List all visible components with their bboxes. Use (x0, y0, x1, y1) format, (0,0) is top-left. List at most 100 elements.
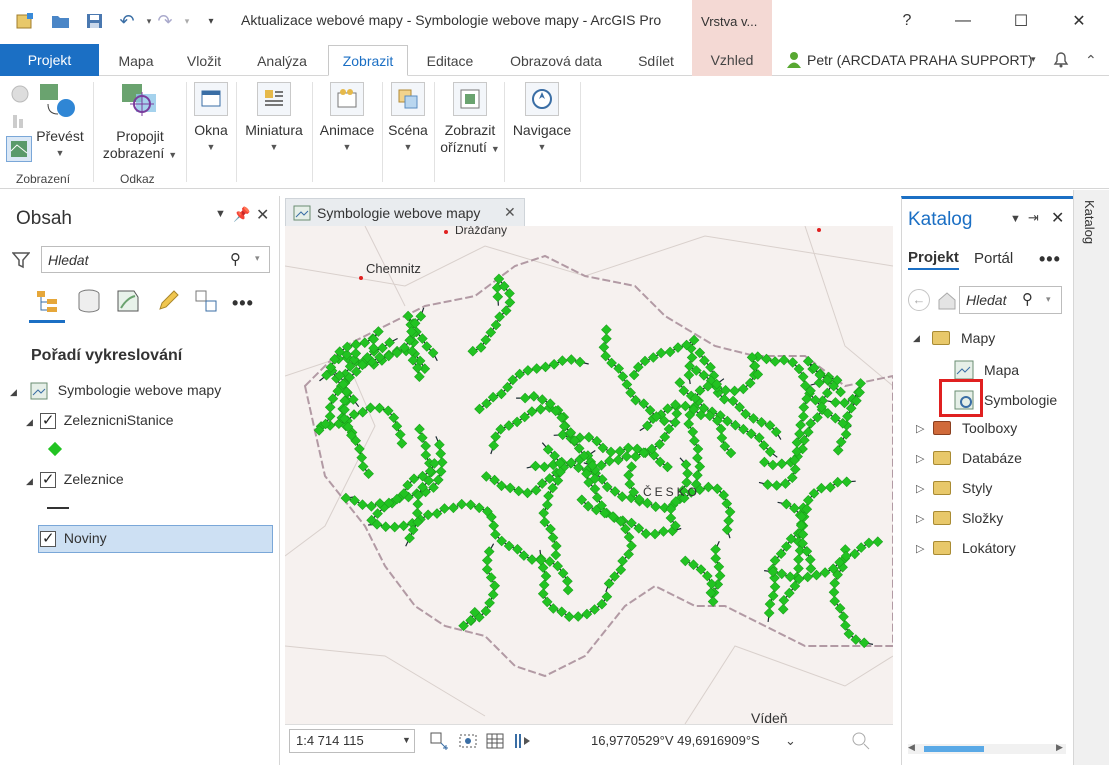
tab-mapa[interactable]: Mapa (105, 45, 167, 76)
more-options-icon[interactable]: ••• (232, 293, 254, 314)
grid-icon[interactable] (485, 731, 505, 754)
auto-hide-icon[interactable]: ⇥ (1028, 210, 1039, 226)
collapse-arrow-icon[interactable]: ◢ (913, 333, 927, 344)
catalog-item-slozky[interactable]: ▷ Složky (916, 510, 1003, 526)
list-by-snapping-icon[interactable] (193, 288, 219, 314)
expand-arrow-icon[interactable]: ▷ (916, 542, 927, 555)
scale-dropdown-icon[interactable]: ▼ (402, 735, 411, 745)
thumbnail-button[interactable]: Miniatura ▼ (240, 82, 308, 156)
catalog-tab-portal[interactable]: Portál (974, 250, 1013, 267)
list-by-editing-icon[interactable] (155, 288, 181, 314)
catalog-more-icon[interactable]: ••• (1039, 249, 1061, 270)
undo-icon[interactable]: ↶ (116, 11, 138, 31)
convert-button[interactable]: Převést ▼ (34, 82, 86, 162)
catalog-search-input[interactable]: Hledat ⚲ ▾ (959, 286, 1062, 314)
link-views-button[interactable]: Propojit zobrazení ▼ (100, 82, 180, 164)
scene-button[interactable]: Scéna ▼ (386, 82, 430, 156)
map-drawing: Drážďany Chemnitz ČESKO Vídeň (285, 226, 893, 724)
list-by-drawing-order-icon[interactable] (35, 288, 61, 314)
open-folder-icon[interactable] (50, 11, 72, 31)
catalog-item-databaze[interactable]: ▷ Databáze (916, 450, 1022, 466)
contents-search-input[interactable]: Hledat ⚲ ▾ (41, 246, 270, 273)
collapse-arrow-icon[interactable]: ◢ (26, 476, 36, 487)
list-by-source-icon[interactable] (76, 288, 102, 314)
close-catalog-icon[interactable]: ✕ (1051, 208, 1064, 228)
map-view-tab[interactable]: Symbologie webove mapy ✕ (285, 198, 525, 226)
scale-selector[interactable]: 1:4 714 115 ▼ (289, 729, 415, 753)
catalog-options-dropdown-icon[interactable]: ▼ (1010, 213, 1021, 225)
close-button[interactable]: ✕ (1064, 8, 1094, 34)
tab-analyza[interactable]: Analýza (242, 45, 322, 76)
layer-row-railways[interactable]: ◢ Zeleznice (26, 470, 124, 489)
catalog-tab-projekt[interactable]: Projekt (908, 249, 959, 270)
save-icon[interactable] (84, 11, 106, 31)
scrollbar-thumb[interactable] (924, 746, 984, 752)
search-icon[interactable]: ⚲ (1022, 290, 1033, 308)
back-icon[interactable]: ← (908, 289, 930, 311)
coordinates-dropdown-icon[interactable]: ⌄ (785, 733, 796, 749)
catalog-item-mapy[interactable]: ◢ Mapy (913, 330, 995, 346)
catalog-item-lokatory[interactable]: ▷ Lokátory (916, 540, 1016, 556)
side-catalog-tab[interactable]: Katalog (1082, 200, 1097, 244)
tab-vzhled[interactable]: Vzhled (692, 44, 772, 76)
layer-visibility-checkbox[interactable] (40, 529, 56, 548)
notifications-bell-icon[interactable] (1051, 49, 1071, 72)
catalog-horizontal-scrollbar[interactable]: ◀ ▶ (908, 742, 1066, 754)
tab-vlozit[interactable]: Vložit (173, 45, 235, 76)
zoom-selected-icon[interactable] (851, 731, 871, 754)
user-dropdown-icon[interactable]: ▾ (1031, 54, 1036, 65)
snapping-grid-icon[interactable] (458, 731, 478, 754)
expand-arrow-icon[interactable]: ▷ (916, 422, 927, 435)
windows-button[interactable]: Okna ▼ (190, 82, 232, 156)
catalog-item-styly[interactable]: ▷ Styly (916, 480, 992, 496)
tree-map-row[interactable]: ◢ Symbologie webove mapy (10, 382, 221, 400)
scroll-left-icon[interactable]: ◀ (908, 742, 915, 753)
minimize-button[interactable]: — (948, 8, 978, 34)
redo-dropdown-icon[interactable]: ▾ (176, 11, 198, 31)
maximize-button[interactable]: ☐ (1006, 8, 1036, 34)
search-dropdown-icon[interactable]: ▾ (255, 253, 260, 264)
help-button[interactable]: ? (892, 8, 922, 34)
search-icon[interactable]: ⚲ (230, 250, 241, 268)
scroll-right-icon[interactable]: ▶ (1056, 742, 1063, 753)
pane-options-dropdown-icon[interactable]: ▼ (215, 208, 226, 220)
search-dropdown-icon[interactable]: ▾ (1046, 294, 1051, 305)
fixed-zoom-icon[interactable] (429, 731, 449, 754)
new-project-icon[interactable] (14, 11, 36, 31)
map-canvas[interactable]: Drážďany Chemnitz ČESKO Vídeň (285, 226, 893, 724)
user-name[interactable]: Petr (ARCDATA PRAHA SUPPORT) (807, 52, 1033, 68)
expand-arrow-icon[interactable]: ▷ (916, 512, 927, 525)
close-pane-icon[interactable]: ✕ (256, 205, 269, 225)
local-scene-icon[interactable] (10, 110, 30, 130)
animation-button[interactable]: Animace ▼ (316, 82, 378, 156)
tab-zobrazit[interactable]: Zobrazit (328, 45, 408, 76)
close-tab-icon[interactable]: ✕ (504, 204, 516, 221)
layer-row-stations[interactable]: ◢ ZeleznicniStanice (26, 411, 174, 430)
pin-icon[interactable]: 📌 (233, 206, 250, 223)
expand-arrow-icon[interactable]: ▷ (916, 452, 927, 465)
layer-row-noviny[interactable]: Noviny (40, 529, 107, 548)
layer-visibility-checkbox[interactable] (39, 411, 56, 430)
redo-icon[interactable]: ↷ (154, 11, 176, 31)
tab-editace[interactable]: Editace (414, 45, 486, 76)
collapse-ribbon-icon[interactable]: ⌃ (1085, 52, 1097, 69)
globe-view-icon[interactable] (10, 84, 30, 104)
refresh-pause-icon[interactable] (512, 731, 532, 754)
navigation-button[interactable]: Navigace ▼ (508, 82, 576, 156)
tab-sdilet[interactable]: Sdílet (624, 45, 688, 76)
tab-obrazova-data[interactable]: Obrazová data (494, 45, 618, 76)
home-icon[interactable] (936, 289, 958, 311)
catalog-item-toolboxy[interactable]: ▷ Toolboxy (916, 420, 1017, 436)
catalog-item-symbologie[interactable]: Symbologie (954, 390, 1057, 410)
customize-toolbar-icon[interactable]: ▾ (200, 11, 222, 31)
collapse-arrow-icon[interactable]: ◢ (26, 417, 36, 428)
map-view-icon[interactable] (6, 136, 32, 162)
clip-display-button[interactable]: Zobrazit oříznutí ▼ (437, 82, 503, 158)
tab-projekt[interactable]: Projekt (0, 44, 99, 76)
collapse-arrow-icon[interactable]: ◢ (10, 387, 20, 398)
expand-arrow-icon[interactable]: ▷ (916, 482, 927, 495)
list-by-selection-icon[interactable] (115, 288, 141, 314)
layer-visibility-checkbox[interactable] (39, 470, 56, 489)
filter-icon[interactable] (11, 251, 31, 272)
catalog-item-mapa[interactable]: Mapa (954, 360, 1019, 380)
